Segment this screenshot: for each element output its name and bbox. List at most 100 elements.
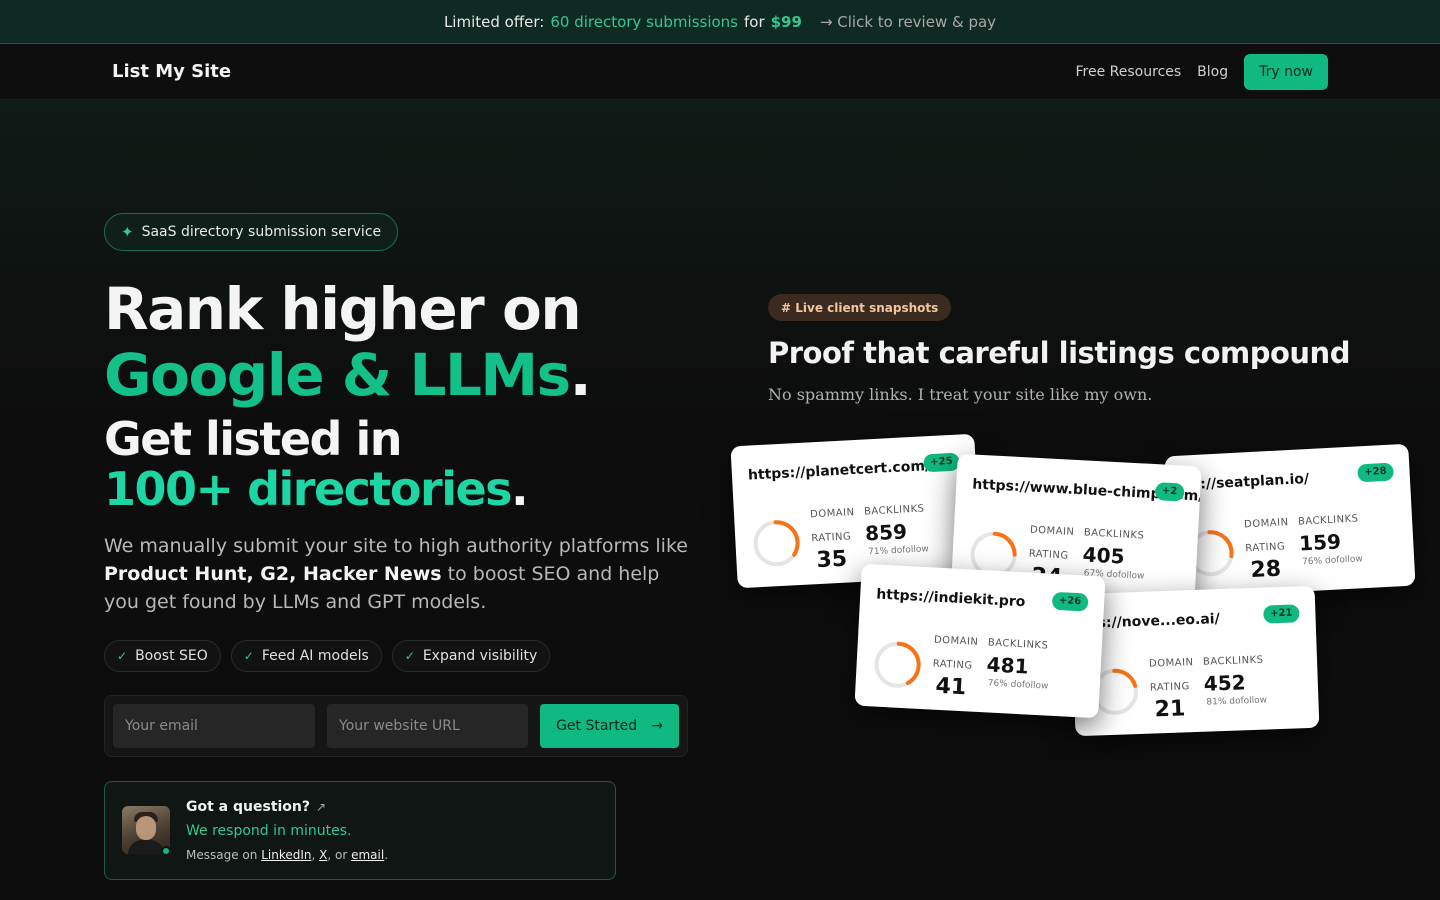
domain-rating-value: 41 <box>934 673 967 701</box>
heading-accent-2: 100+ directories <box>104 462 513 516</box>
rating-label: RATING <box>1028 548 1069 562</box>
domain-label: DOMAIN <box>809 507 855 521</box>
rating-label: RATING <box>1149 681 1190 694</box>
backlinks-value: 859 <box>864 519 908 546</box>
domain-label: DOMAIN <box>1148 657 1194 670</box>
sparkle-icon: ✦ <box>121 223 134 241</box>
promo-prefix: Limited offer: <box>443 12 545 31</box>
domain-rating-ring <box>874 641 921 688</box>
contact-or: or <box>335 848 348 862</box>
rating-label: RATING <box>932 658 973 672</box>
backlinks-label: BACKLINKS <box>1083 527 1145 542</box>
check-icon: ✓ <box>404 649 415 663</box>
email-input[interactable] <box>113 704 315 748</box>
benefit-chips: ✓ Boost SEO ✓ Feed AI models ✓ Expand visib… <box>104 640 551 672</box>
dofollow-value: 71% dofollow <box>867 544 930 558</box>
snapshot-card: ps://nove...eo.ai/ +21 DOMAIN RATING 21 BACKL… <box>1070 585 1320 737</box>
snapshot-card: https://indiekit.pro +26 DOMAIN RATING 41 BAC… <box>854 563 1106 719</box>
promo-cta[interactable]: → Click to review & pay <box>820 13 996 31</box>
domain-rating-value: 35 <box>815 546 848 574</box>
linkedin-link[interactable]: LinkedIn <box>261 848 311 862</box>
chip-label: Expand visibility <box>422 648 538 664</box>
try-now-button[interactable]: Try now <box>1244 54 1328 90</box>
signup-form: Get Started → <box>104 695 688 757</box>
heading-line-2: Google & LLMs. <box>104 342 704 408</box>
card-delta-badge: +2 <box>1154 482 1185 502</box>
x-link[interactable]: X <box>319 848 327 862</box>
card-delta-badge: +28 <box>1356 462 1395 483</box>
heading-line-4: 100+ directories. <box>104 464 704 514</box>
snapshot-card: ps://seatplan.io/+28 DOMAIN RATING 28 BACKLI… <box>1164 443 1416 599</box>
card-delta-badge: +25 <box>922 452 961 473</box>
question-card: Got a question? ↗ We respond in minutes. … <box>104 781 616 880</box>
card-url: https://planetcert.com/ <box>747 458 931 484</box>
proof-subtitle: No spammy links. I treat your site like … <box>768 385 1153 404</box>
website-url-input[interactable] <box>327 704 528 748</box>
online-status-dot <box>161 846 171 856</box>
backlinks-value: 452 <box>1203 670 1246 696</box>
hero-badge: ✦ SaaS directory submission service <box>104 213 399 251</box>
chip-label: Boost SEO <box>135 648 208 664</box>
rating-label: RATING <box>1245 541 1286 555</box>
response-time: We respond in minutes. <box>186 823 352 839</box>
snapshot-card: https://planetcert.com/+25 DOMAIN RATING 35… <box>730 433 982 589</box>
dofollow-value: 81% dofollow <box>1206 695 1268 708</box>
nav-links: Free Resources Blog Try now <box>1076 54 1328 90</box>
brand-logo[interactable]: List My Site <box>112 61 231 82</box>
check-icon: ✓ <box>117 649 128 663</box>
heading-dot: . <box>511 462 528 516</box>
get-started-button[interactable]: Get Started → <box>540 704 679 748</box>
arrow-right-icon: → <box>651 718 663 734</box>
hero-heading: Rank higher on Google & LLMs. Get listed… <box>104 276 704 514</box>
email-link[interactable]: email <box>351 848 384 862</box>
domain-rating-value: 21 <box>1154 696 1186 723</box>
card-delta-badge: +21 <box>1262 604 1300 624</box>
domain-label: DOMAIN <box>1029 524 1075 538</box>
card-url: ps://nove...eo.ai/ <box>1087 611 1220 632</box>
backlinks-value: 405 <box>1082 542 1126 569</box>
backlinks-value: 159 <box>1298 529 1342 556</box>
get-started-label: Get Started <box>556 718 638 734</box>
heading-accent-1: Google & LLMs <box>104 341 571 409</box>
card-url: https://indiekit.pro <box>875 586 1026 611</box>
domain-rating-ring <box>753 520 800 567</box>
rating-label: RATING <box>811 531 852 545</box>
nav-link-free-resources[interactable]: Free Resources <box>1076 64 1182 80</box>
domain-label: DOMAIN <box>933 634 979 648</box>
question-title[interactable]: Got a question? ↗ <box>186 799 326 815</box>
promo-banner[interactable]: Limited offer: 60 directory submissions … <box>0 0 1440 44</box>
promo-for: for <box>744 12 765 31</box>
heading-dot: . <box>569 341 592 409</box>
domain-rating-value: 28 <box>1249 556 1282 584</box>
subtitle-pre: We manually submit your site to high aut… <box>104 535 688 557</box>
promo-highlight: 60 directory submissions <box>550 12 738 31</box>
proof-title: Proof that careful listings compound <box>768 336 1350 370</box>
subtitle-platforms: Product Hunt, G2, Hacker News <box>104 563 442 585</box>
chip-boost-seo: ✓ Boost SEO <box>104 640 221 672</box>
heading-line-1: Rank higher on <box>104 275 582 343</box>
card-delta-badge: +26 <box>1051 591 1089 612</box>
badge-label: SaaS directory submission service <box>141 224 382 240</box>
heading-line-3: Get listed in <box>104 412 403 466</box>
chip-expand-visibility: ✓ Expand visibility <box>391 640 551 672</box>
nav-link-blog[interactable]: Blog <box>1197 64 1228 80</box>
top-nav: List My Site Free Resources Blog Try now <box>0 44 1440 100</box>
contact-pre: Message on <box>186 848 258 862</box>
backlinks-label: BACKLINKS <box>863 503 925 518</box>
external-link-icon: ↗ <box>316 800 327 814</box>
promo-price: $99 <box>770 12 802 31</box>
contact-message: Message on LinkedIn, X, or email. <box>186 848 389 862</box>
check-icon: ✓ <box>243 649 254 663</box>
backlinks-value: 481 <box>986 652 1030 679</box>
question-title-text: Got a question? <box>186 799 311 815</box>
backlinks-label: BACKLINKS <box>987 637 1049 652</box>
dofollow-value: 76% dofollow <box>987 678 1049 692</box>
domain-label: DOMAIN <box>1243 517 1289 531</box>
dofollow-value: 76% dofollow <box>1301 554 1364 568</box>
backlinks-label: BACKLINKS <box>1202 654 1264 668</box>
live-snapshots-badge: # Live client snapshots <box>768 294 952 321</box>
hero-subtitle: We manually submit your site to high aut… <box>104 532 694 616</box>
chip-label: Feed AI models <box>261 648 369 664</box>
chip-feed-ai: ✓ Feed AI models <box>230 640 382 672</box>
backlinks-label: BACKLINKS <box>1297 513 1359 528</box>
